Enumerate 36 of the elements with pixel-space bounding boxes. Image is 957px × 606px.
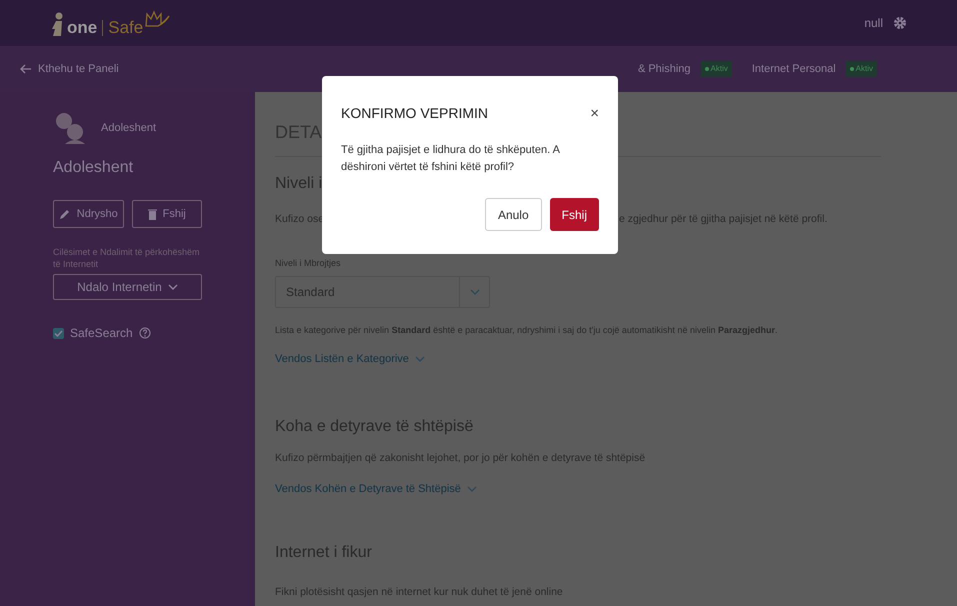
dialog-message: Të gjitha pajisjet e lidhura do të shkëputen. A dëshironi vërtet të fshini këtë profil? xyxy=(341,143,561,175)
avatar-icon xyxy=(53,112,87,144)
settings-label: Cilësimet e Ndalimit të përkohëshëm të Internetit xyxy=(53,246,201,270)
chevron-down-icon xyxy=(470,289,480,295)
cancel-button[interactable]: Anulo xyxy=(484,198,542,231)
edit-button[interactable]: Ndrysho xyxy=(53,200,124,228)
checkbox[interactable] xyxy=(53,328,64,338)
chevron-down-icon xyxy=(466,486,477,492)
profile-name: Adoleshent xyxy=(101,120,156,136)
status-badge: Aktiv xyxy=(846,61,877,77)
delete-button[interactable]: Fshij xyxy=(550,198,599,231)
feature-label: Internet Personal xyxy=(752,62,836,77)
delete-button[interactable]: Fshij xyxy=(132,200,202,228)
status-badge: Aktiv xyxy=(700,61,732,77)
arrow-left-icon xyxy=(20,64,32,74)
profile-title: Adoleshent xyxy=(53,158,134,178)
crown-icon xyxy=(144,10,170,28)
dot-icon xyxy=(850,67,854,71)
dot-icon xyxy=(704,67,709,71)
pencil-icon xyxy=(58,208,71,220)
logo-text: one xyxy=(67,19,98,36)
pause-dropdown[interactable]: Ndalo Internetin xyxy=(53,274,202,300)
dialog-title: KONFIRMO VEPRIMIN xyxy=(341,104,488,123)
chevron-down-icon xyxy=(414,356,425,362)
feature-label: & Phishing xyxy=(638,62,691,77)
close-button[interactable]: × xyxy=(590,106,599,121)
safesearch-label: SafeSearch xyxy=(70,325,133,342)
settings-icon xyxy=(893,16,907,30)
trash-icon xyxy=(148,208,157,220)
logo-text: Safe xyxy=(108,19,144,36)
user-name[interactable]: null xyxy=(864,14,883,32)
chevron-down-icon xyxy=(168,284,178,290)
back-link[interactable]: Kthehu te Paneli xyxy=(20,60,119,78)
expand-link[interactable]: Vendos Kohën e Detyrave të Shtëpisë xyxy=(275,481,477,497)
expand-link[interactable]: Vendos Listën e Kategorive xyxy=(275,351,425,367)
help-icon xyxy=(138,327,151,339)
